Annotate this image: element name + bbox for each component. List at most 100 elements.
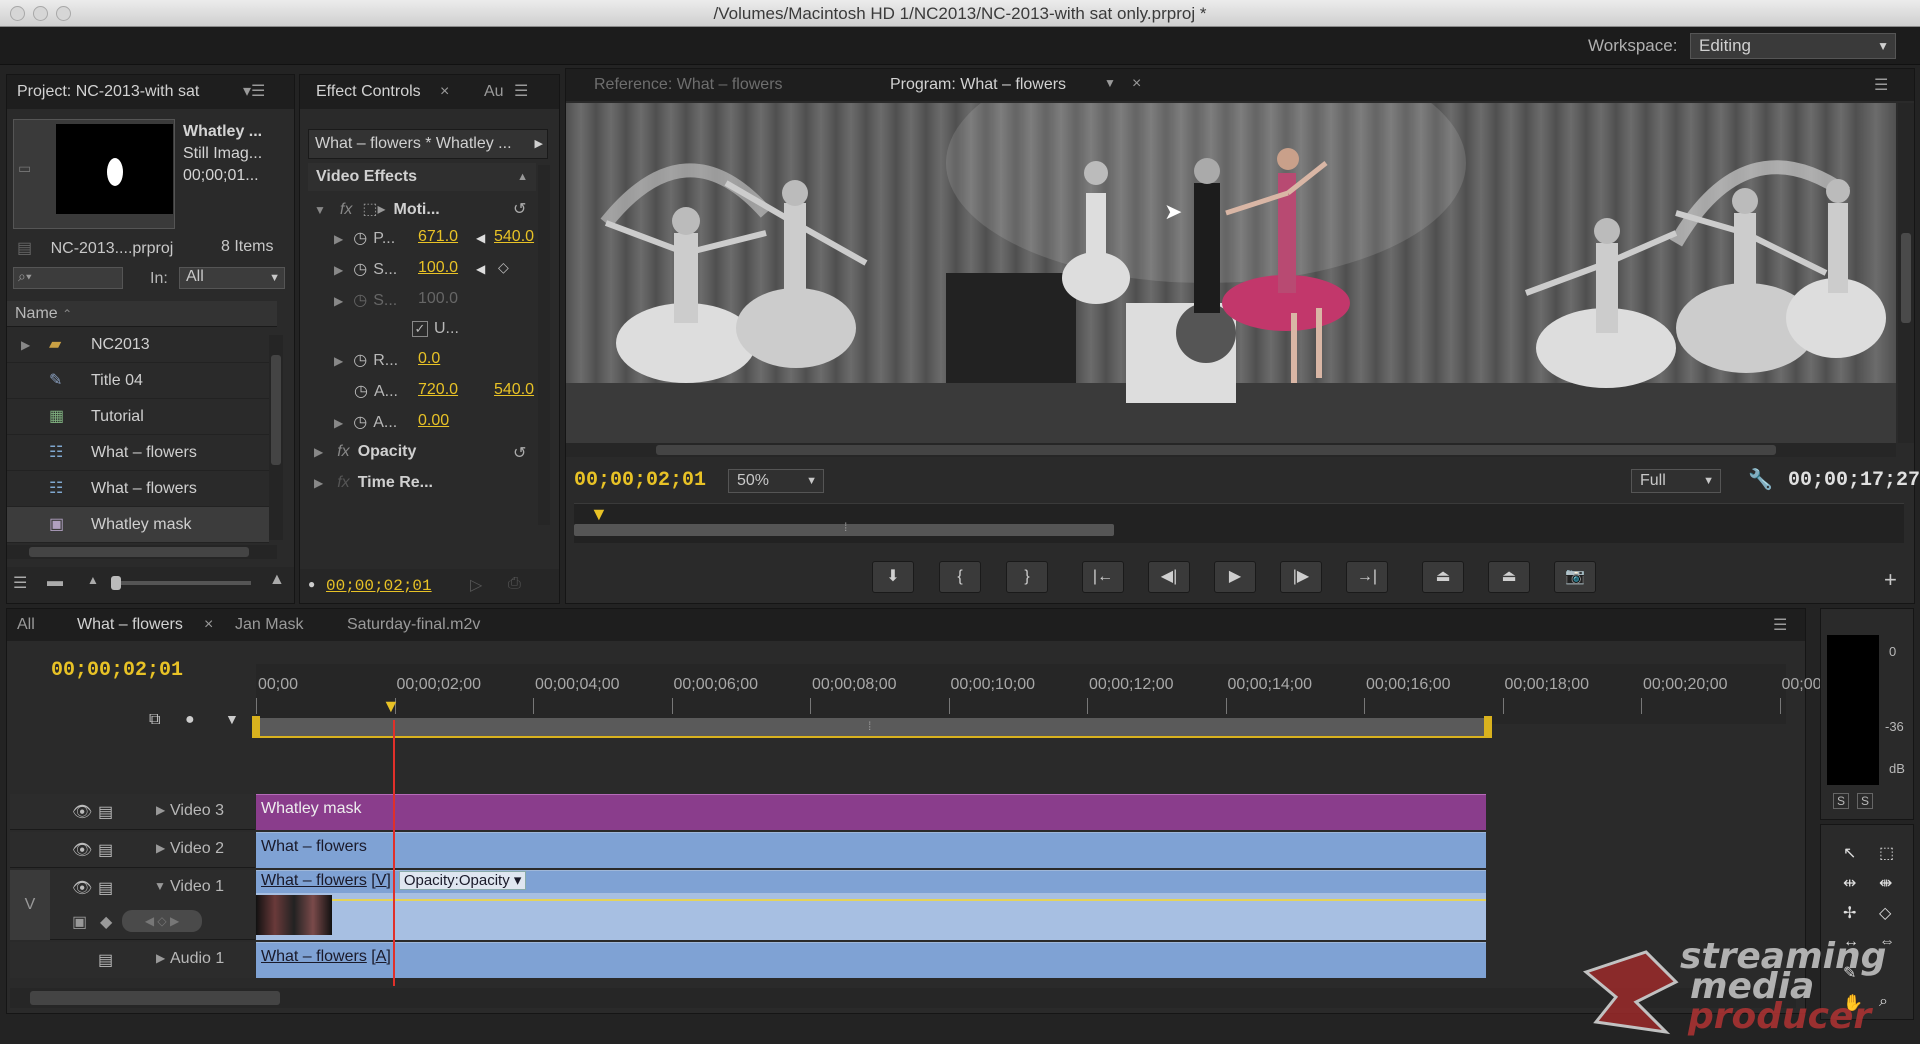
disclosure-closed-icon[interactable]: ▶ bbox=[334, 294, 343, 308]
selection-tool-icon[interactable]: ↖ bbox=[1843, 843, 1856, 863]
collapse-icon[interactable]: ▲ bbox=[517, 163, 528, 191]
tab-reference[interactable]: Reference: What – flowers bbox=[594, 76, 783, 94]
monitor-zoom-bar[interactable]: ⁞ bbox=[574, 520, 1114, 536]
tab-project[interactable]: Project: NC-2013-with sat bbox=[17, 83, 199, 101]
rate-stretch-tool-icon[interactable]: ✢ bbox=[1843, 903, 1856, 923]
wrench-settings-icon[interactable]: 🔧 bbox=[1748, 467, 1773, 492]
uniform-scale-checkbox[interactable]: ✓ bbox=[412, 321, 428, 337]
chevron-right-icon[interactable]: ▶ bbox=[535, 130, 543, 158]
stopwatch-icon[interactable]: ◷ bbox=[354, 383, 368, 400]
clip-whatley-mask[interactable]: Whatley mask bbox=[256, 794, 1486, 830]
snap-icon[interactable]: ⧉ bbox=[149, 711, 160, 729]
project-hscrollbar[interactable] bbox=[7, 545, 277, 559]
playhead-marker-icon[interactable]: ▼ bbox=[590, 504, 608, 525]
poster-frame-icon[interactable]: ▭ bbox=[18, 160, 44, 180]
project-item[interactable]: ☷ What – flowers bbox=[7, 471, 269, 507]
timeline-hscrollbar[interactable] bbox=[10, 988, 1796, 1008]
tab-jan-mask[interactable]: Jan Mask bbox=[235, 616, 303, 634]
antiflicker-value[interactable]: 0.00 bbox=[418, 412, 449, 430]
timeline-timecode[interactable]: 00;00;02;01 bbox=[51, 659, 183, 682]
add-keyframe-icon[interactable]: ◇ bbox=[498, 259, 509, 276]
play-audio-icon[interactable]: ▷ bbox=[470, 575, 482, 595]
anchor-y-value[interactable]: 540.0 bbox=[494, 381, 534, 399]
chevron-down-icon[interactable]: ▼ bbox=[1104, 76, 1116, 90]
lift-button[interactable]: ⏏ bbox=[1422, 561, 1464, 593]
disclosure-closed-icon[interactable]: ▶ bbox=[334, 416, 343, 430]
project-item[interactable]: ▦ Tutorial bbox=[7, 399, 269, 435]
project-item[interactable]: ▶ ▰ NC2013 bbox=[7, 327, 269, 363]
list-view-icon[interactable]: ☰ bbox=[13, 573, 27, 593]
display-style-icon[interactable]: ▣ bbox=[72, 912, 87, 932]
close-tab-icon[interactable]: × bbox=[1132, 75, 1141, 93]
program-timecode[interactable]: 00;00;02;01 bbox=[574, 469, 706, 492]
stopwatch-icon[interactable]: ◷ bbox=[353, 261, 367, 278]
disclosure-open-icon[interactable]: ▼ bbox=[154, 879, 166, 893]
minimize-window-button[interactable] bbox=[33, 6, 48, 21]
effect-controls-scrollbar[interactable] bbox=[538, 165, 550, 525]
close-tab-icon[interactable]: × bbox=[204, 616, 213, 634]
disclosure-closed-icon[interactable]: ▶ bbox=[314, 445, 323, 459]
project-item[interactable]: ✎ Title 04 bbox=[7, 363, 269, 399]
disclosure-closed-icon[interactable]: ▶ bbox=[334, 263, 343, 277]
zoom-select[interactable]: 50% ▼ bbox=[728, 469, 824, 493]
zoom-slider[interactable] bbox=[111, 576, 251, 590]
search-input[interactable]: ⌕▾ bbox=[13, 267, 123, 289]
export-icon[interactable]: ⎙ bbox=[508, 575, 521, 593]
add-marker-icon[interactable]: ▼ bbox=[225, 711, 239, 727]
prev-keyframe-icon[interactable]: ◀ bbox=[476, 262, 485, 276]
disclosure-closed-icon[interactable]: ▶ bbox=[334, 232, 343, 246]
tab-program[interactable]: Program: What – flowers bbox=[890, 76, 1066, 94]
keyframe-toggle-icon[interactable]: ◆ bbox=[100, 912, 112, 932]
project-scrollbar[interactable] bbox=[269, 335, 283, 540]
name-column-header[interactable]: Name ⌃ bbox=[7, 301, 277, 327]
sync-lock-icon[interactable]: ▤ bbox=[98, 802, 113, 822]
keyframe-navigator[interactable]: ◀ ◇ ▶ bbox=[122, 910, 202, 932]
position-y-value[interactable]: 540.0 bbox=[494, 228, 534, 246]
disclosure-open-icon[interactable]: ▼ bbox=[314, 203, 326, 217]
track-select-tool-icon[interactable]: ⬚ bbox=[1879, 843, 1894, 863]
ripple-edit-tool-icon[interactable]: ⇹ bbox=[1843, 873, 1856, 893]
zoom-window-button[interactable] bbox=[56, 6, 71, 21]
timeline-ruler[interactable]: 00;00 00;00;02;00 00;00;04;00 00;00;06;00 00… bbox=[256, 664, 1844, 724]
play-button[interactable]: ▶ bbox=[1214, 561, 1256, 593]
solo-left-button[interactable]: S bbox=[1833, 793, 1850, 809]
stopwatch-icon[interactable]: ◷ bbox=[353, 352, 367, 369]
work-area-end-handle[interactable] bbox=[1484, 716, 1492, 738]
fx-badge-icon[interactable]: fx bbox=[337, 443, 349, 460]
disclosure-closed-icon[interactable]: ▶ bbox=[334, 354, 343, 368]
sync-lock-icon[interactable]: ▤ bbox=[98, 840, 113, 860]
disclosure-closed-icon[interactable]: ▶ bbox=[156, 803, 165, 817]
project-item[interactable]: ▣ Whatley mask bbox=[7, 507, 269, 543]
clip-what-flowers-v1[interactable]: What – flowers [V] Opacity:Opacity ▾ bbox=[256, 870, 1486, 940]
razor-tool-icon[interactable]: ◇ bbox=[1879, 903, 1891, 923]
mark-out-button[interactable]: } bbox=[1006, 561, 1048, 593]
reset-icon[interactable]: ↺ bbox=[513, 443, 526, 463]
eye-icon[interactable]: 👁 bbox=[72, 878, 92, 898]
add-button-icon[interactable]: + bbox=[1884, 567, 1897, 593]
go-to-in-button[interactable]: |← bbox=[1082, 561, 1124, 593]
quality-select[interactable]: Full ▼ bbox=[1631, 469, 1721, 493]
clip-what-flowers-v2[interactable]: What – flowers bbox=[256, 832, 1486, 868]
close-tab-icon[interactable]: × bbox=[440, 83, 449, 101]
reset-icon[interactable]: ↺ bbox=[513, 199, 526, 219]
add-marker-button[interactable]: ⬇ bbox=[872, 561, 914, 593]
disclosure-closed-icon[interactable]: ▶ bbox=[156, 951, 165, 965]
tab-audio-mixer[interactable]: Au bbox=[484, 83, 504, 101]
disclosure-closed-icon[interactable]: ▶ bbox=[156, 841, 165, 855]
clip-what-flowers-a1[interactable]: What – flowers [A] bbox=[256, 942, 1486, 978]
work-area-start-handle[interactable] bbox=[252, 716, 260, 738]
source-patch-v[interactable]: V bbox=[10, 870, 50, 940]
sync-lock-icon[interactable]: ▤ bbox=[98, 950, 113, 970]
sync-lock-icon[interactable]: ▤ bbox=[98, 878, 113, 898]
monitor-hscrollbar[interactable] bbox=[566, 443, 1896, 457]
panel-menu-icon[interactable]: ☰ bbox=[514, 81, 528, 101]
solo-right-button[interactable]: S bbox=[1857, 793, 1874, 809]
step-back-button[interactable]: ◀| bbox=[1148, 561, 1190, 593]
tab-all[interactable]: All bbox=[17, 616, 35, 634]
fx-property-select[interactable]: Opacity:Opacity ▾ bbox=[398, 871, 527, 890]
disclosure-closed-icon[interactable]: ▶ bbox=[21, 327, 30, 363]
stopwatch-icon[interactable]: ◷ bbox=[353, 414, 367, 431]
scale-value[interactable]: 100.0 bbox=[418, 259, 458, 277]
effect-controls-timecode[interactable]: 00;00;02;01 bbox=[326, 577, 432, 595]
tab-what-flowers[interactable]: What – flowers bbox=[77, 616, 183, 634]
